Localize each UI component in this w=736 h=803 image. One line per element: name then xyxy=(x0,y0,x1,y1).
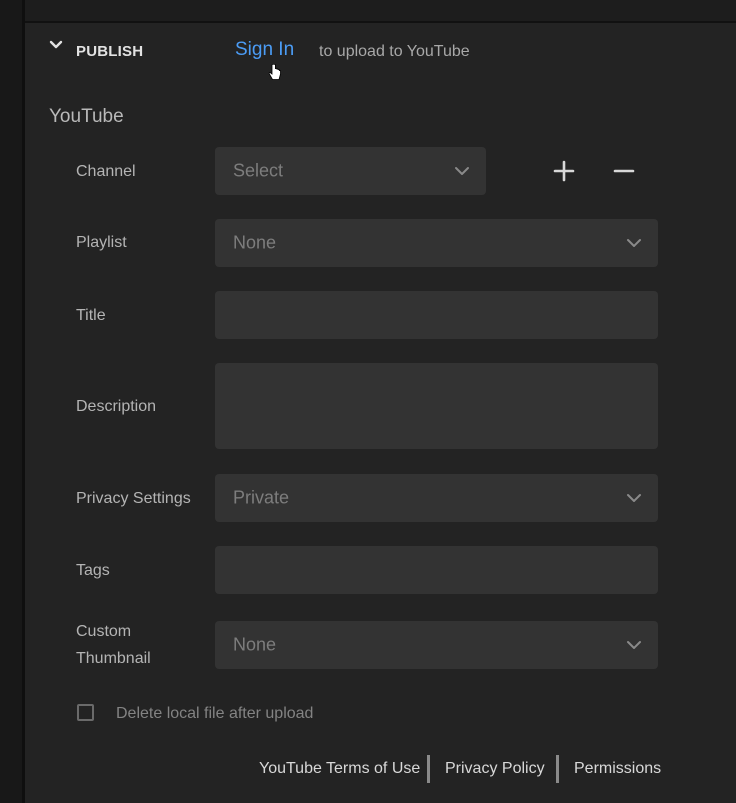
privacy-policy-link[interactable]: Privacy Policy xyxy=(445,760,545,778)
youtube-group-title: YouTube xyxy=(49,106,124,127)
tags-label: Tags xyxy=(76,562,110,579)
publish-collapse-toggle[interactable] xyxy=(49,38,63,52)
playlist-select[interactable]: None xyxy=(215,219,658,267)
channel-select-value: Select xyxy=(233,160,284,181)
tags-input[interactable] xyxy=(215,546,658,594)
pointer-cursor-icon xyxy=(268,64,281,80)
top-bar xyxy=(25,0,736,23)
remove-channel-button[interactable] xyxy=(612,159,636,183)
privacy-settings-value: Private xyxy=(233,487,290,508)
privacy-settings-select[interactable]: Private xyxy=(215,474,658,522)
custom-thumbnail-label-line2: Thumbnail xyxy=(76,650,151,667)
privacy-settings-label: Privacy Settings xyxy=(76,490,191,507)
chevron-down-icon xyxy=(627,494,641,502)
delete-local-file-label[interactable]: Delete local file after upload xyxy=(116,705,313,723)
footer-divider xyxy=(427,755,430,783)
delete-local-file-checkbox[interactable] xyxy=(77,704,94,721)
playlist-label: Playlist xyxy=(76,234,127,251)
custom-thumbnail-label-line1: Custom xyxy=(76,623,132,640)
section-title: PUBLISH xyxy=(76,43,144,60)
chevron-down-icon xyxy=(627,641,641,649)
channel-label: Channel xyxy=(76,163,136,180)
permissions-link[interactable]: Permissions xyxy=(574,760,661,778)
footer-divider xyxy=(556,755,559,783)
sign-in-link[interactable]: Sign In xyxy=(235,39,294,61)
title-label: Title xyxy=(76,307,106,324)
sign-in-description: to upload to YouTube xyxy=(319,43,470,60)
custom-thumbnail-value: None xyxy=(233,634,277,655)
description-textarea[interactable] xyxy=(215,363,658,449)
add-channel-button[interactable] xyxy=(552,159,576,183)
youtube-terms-link[interactable]: YouTube Terms of Use xyxy=(259,760,420,778)
description-label: Description xyxy=(76,398,157,415)
chevron-down-icon xyxy=(627,239,641,247)
chevron-down-icon xyxy=(49,40,63,49)
playlist-select-value: None xyxy=(233,232,277,253)
channel-select[interactable]: Select xyxy=(215,147,486,195)
left-edge xyxy=(0,0,22,803)
chevron-down-icon xyxy=(455,167,469,175)
title-input[interactable] xyxy=(215,291,658,339)
custom-thumbnail-select[interactable]: None xyxy=(215,621,658,669)
